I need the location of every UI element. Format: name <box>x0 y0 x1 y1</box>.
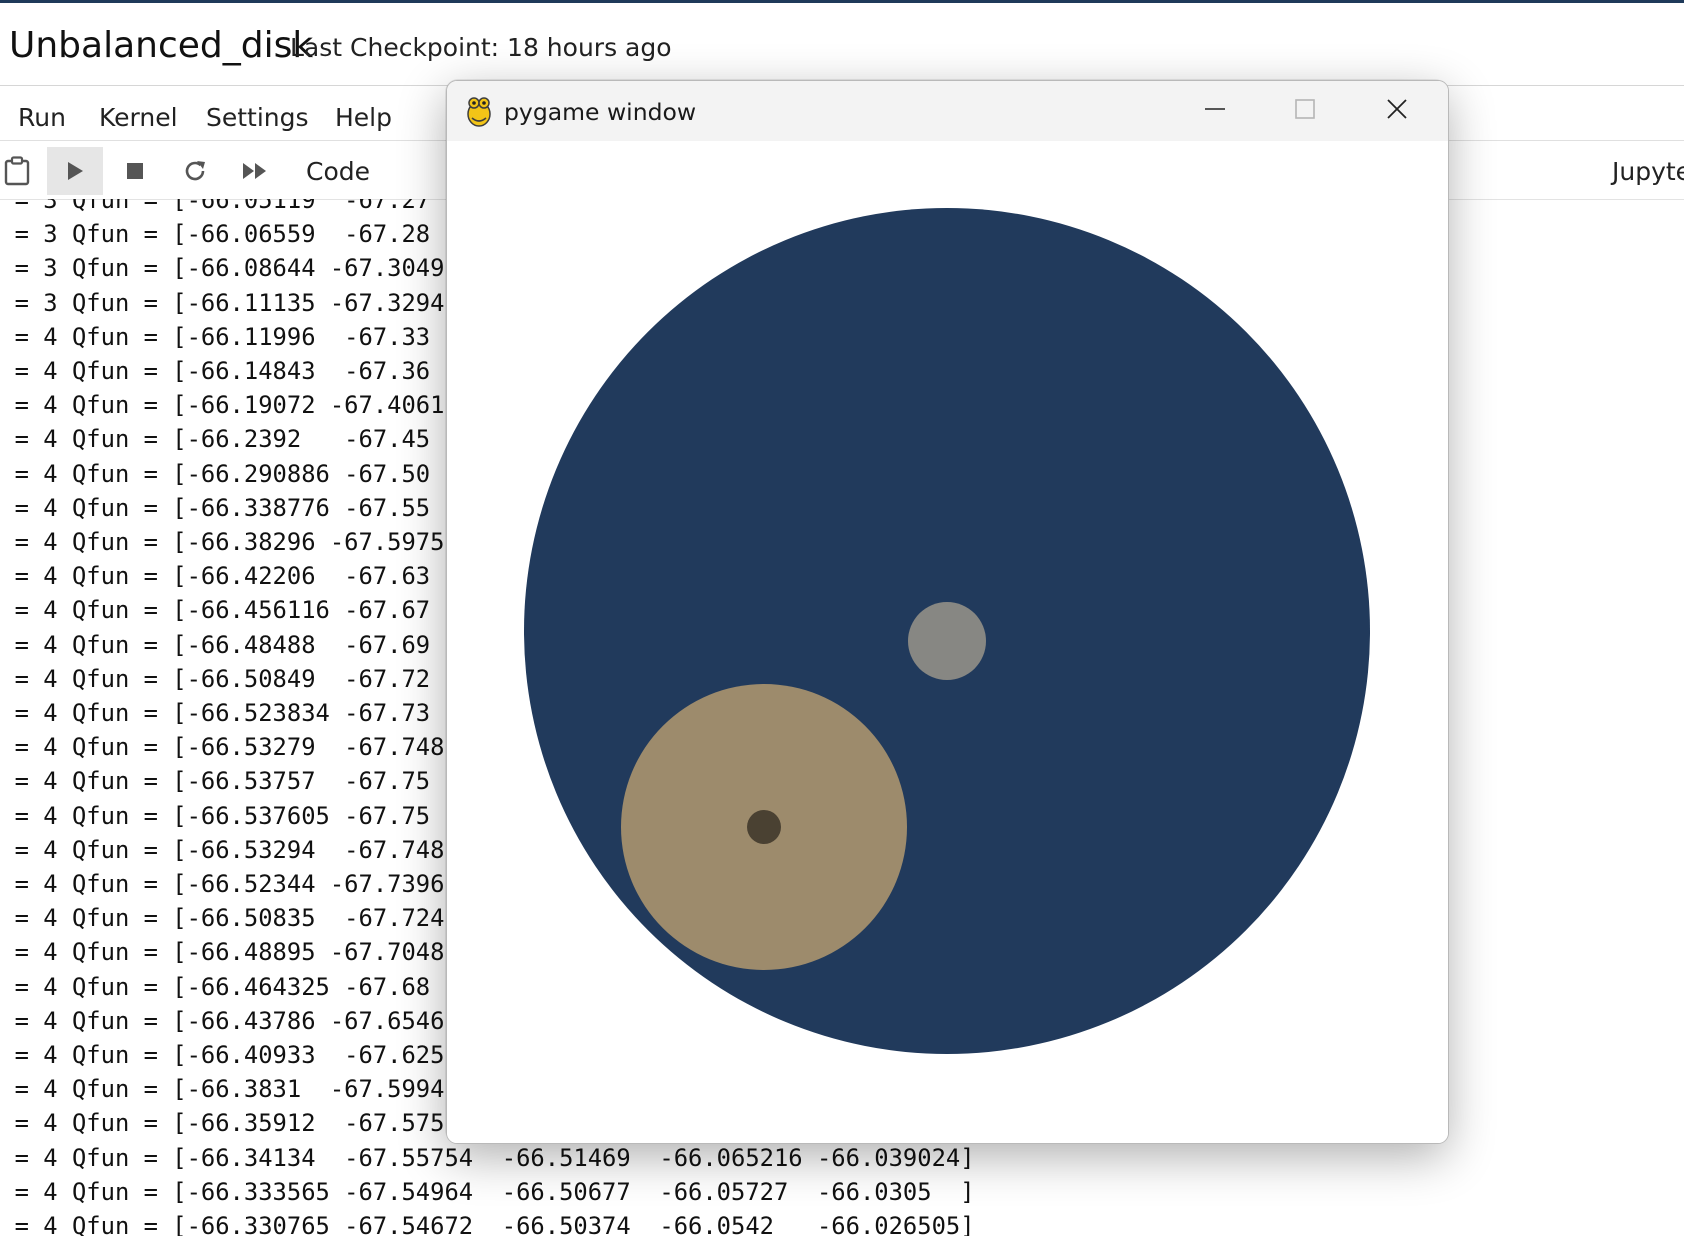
paste-button[interactable] <box>0 147 34 195</box>
output-line: n = 3 Qfun = [-66.06559 -67.28 <box>0 220 431 249</box>
fast-forward-icon <box>241 161 269 181</box>
output-line: n = 4 Qfun = [-66.50835 -67.724 <box>0 904 445 933</box>
cell-type-select[interactable]: Code <box>306 157 370 186</box>
kernel-name-label[interactable]: Jupyter <box>1612 157 1684 186</box>
output-line: n = 4 Qfun = [-66.523834 -67.73 <box>0 699 431 727</box>
output-line: n = 4 Qfun = [-66.14843 -67.36 <box>0 357 431 385</box>
pygame-snake-icon <box>464 94 494 132</box>
menu-run[interactable]: Run <box>18 103 66 132</box>
output-line: n = 4 Qfun = [-66.50849 -67.72 <box>0 664 431 693</box>
minimize-icon <box>1203 97 1227 125</box>
output-line: n = 4 Qfun = [-66.333565 -67.54964 -66.5… <box>0 1177 975 1206</box>
output-line: n = 3 Qfun = [-66.08644 -67.3049 <box>0 254 445 283</box>
interrupt-kernel-button[interactable] <box>107 147 163 195</box>
clipboard-icon <box>4 156 30 186</box>
output-line: n = 4 Qfun = [-66.35912 -67.575 <box>0 1109 445 1138</box>
restart-kernel-button[interactable] <box>167 147 223 195</box>
output-line: n = 3 Qfun = [-66.11135 -67.3294 <box>0 288 445 317</box>
last-checkpoint-label: Last Checkpoint: 18 hours ago <box>290 33 672 62</box>
pygame-canvas[interactable] <box>447 141 1448 1143</box>
output-line: n = 4 Qfun = [-66.464325 -67.68 <box>0 972 431 1001</box>
output-line: n = 4 Qfun = [-66.34134 -67.55754 -66.51… <box>0 1143 975 1172</box>
notebook-title[interactable]: Unbalanced_disk <box>9 25 313 66</box>
output-line: n = 4 Qfun = [-66.53279 -67.748 <box>0 733 445 762</box>
output-line: n = 4 Qfun = [-66.43786 -67.6546 <box>0 1006 445 1035</box>
output-line: n = 3 Qfun = [-66.05119 -67.27 <box>0 199 431 214</box>
output-line: n = 4 Qfun = [-66.2392 -67.45 <box>0 425 431 454</box>
mass-center-marker <box>747 810 781 844</box>
output-line: n = 4 Qfun = [-66.338776 -67.55 <box>0 493 431 522</box>
output-line: n = 4 Qfun = [-66.48895 -67.7048 <box>0 938 445 967</box>
output-line: n = 4 Qfun = [-66.11996 -67.33 <box>0 322 431 351</box>
output-line: n = 4 Qfun = [-66.52344 -67.7396 <box>0 870 445 898</box>
stop-icon <box>126 162 144 180</box>
menu-help[interactable]: Help <box>335 103 392 132</box>
maximize-button[interactable] <box>1260 81 1350 141</box>
pygame-title-bar[interactable]: pygame window <box>447 81 1448 141</box>
output-line: n = 4 Qfun = [-66.290886 -67.50 <box>0 459 431 488</box>
output-line: n = 4 Qfun = [-66.53294 -67.748 <box>0 835 445 864</box>
output-line: n = 4 Qfun = [-66.19072 -67.4061 <box>0 391 445 420</box>
minimize-button[interactable] <box>1170 81 1260 141</box>
maximize-icon <box>1293 97 1317 125</box>
output-line: n = 4 Qfun = [-66.42206 -67.63 <box>0 562 431 591</box>
restart-icon <box>182 158 208 184</box>
output-line: n = 4 Qfun = [-66.40933 -67.625 <box>0 1041 445 1069</box>
output-line: n = 4 Qfun = [-66.537605 -67.75 <box>0 801 431 830</box>
menu-kernel[interactable]: Kernel <box>99 103 178 132</box>
output-line: n = 4 Qfun = [-66.38296 -67.5975 <box>0 528 445 556</box>
run-icon <box>65 160 85 182</box>
output-line: n = 4 Qfun = [-66.53757 -67.75 <box>0 767 431 796</box>
output-line: n = 4 Qfun = [-66.456116 -67.67 <box>0 596 431 625</box>
disk-axle <box>908 602 986 680</box>
output-line: n = 4 Qfun = [-66.48488 -67.69 <box>0 630 431 659</box>
output-line: n = 4 Qfun = [-66.3831 -67.5994 <box>0 1075 445 1104</box>
run-cell-button[interactable] <box>47 147 103 195</box>
menu-settings[interactable]: Settings <box>206 103 309 132</box>
run-all-button[interactable] <box>227 147 283 195</box>
notebook-title-bar: Unbalanced_disk Last Checkpoint: 18 hour… <box>0 3 1684 86</box>
pygame-window-title: pygame window <box>504 98 697 126</box>
pygame-window[interactable]: pygame window <box>446 80 1449 1144</box>
close-icon <box>1385 97 1409 125</box>
close-button[interactable] <box>1352 81 1442 141</box>
output-line: n = 4 Qfun = [-66.330765 -67.54672 -66.5… <box>0 1212 975 1236</box>
